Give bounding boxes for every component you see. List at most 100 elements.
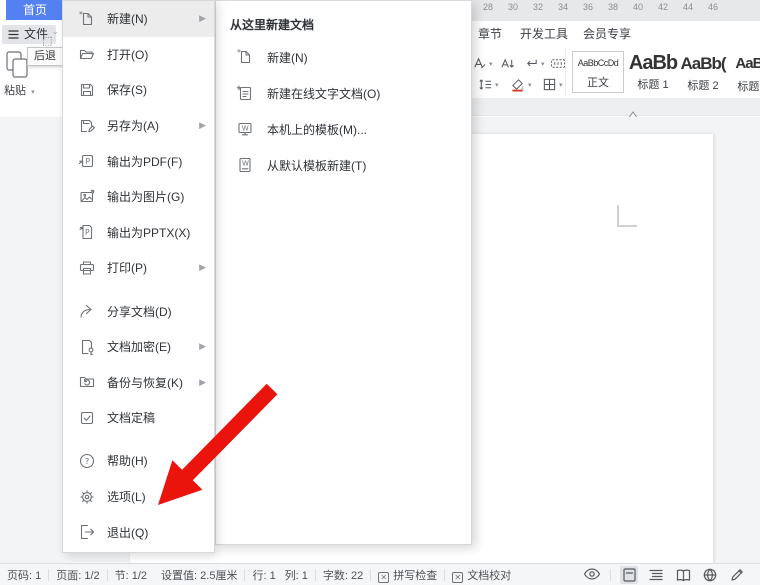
status-section: 节: 1/2 [108, 567, 154, 583]
menu-item-exit[interactable]: 退出(Q) [63, 514, 214, 550]
wrap-mark-icon[interactable]: ▾ [524, 56, 545, 71]
svg-text:*: * [79, 10, 83, 19]
ruler-number: 32 [531, 2, 545, 12]
submenu-item-default-template[interactable]: W 从默认模板新建(T) [216, 147, 471, 183]
submenu-arrow-icon: ▶ [199, 341, 206, 352]
ruler-number: 46 [706, 2, 720, 12]
status-bar: 页码: 1 页面: 1/2 节: 1/2 设置值: 2.5厘米 行: 1 列: … [0, 563, 760, 585]
encrypt-icon [78, 338, 96, 356]
submenu-arrow-icon: ▶ [199, 120, 206, 131]
shading-icon[interactable]: ▾ [510, 77, 532, 92]
ruler-number: 34 [556, 2, 570, 12]
status-proofread[interactable]: ✕文档校对 [445, 567, 518, 583]
new-doc-icon: * [236, 48, 254, 66]
ink-pencil-icon[interactable] [728, 566, 746, 584]
status-spell-check[interactable]: ✕拼写检查 [371, 567, 444, 583]
ruler-number: 40 [631, 2, 645, 12]
margin-corner-mark [617, 205, 637, 227]
export-image-icon [78, 188, 96, 206]
status-page[interactable]: 页面: 1/2 [49, 567, 106, 583]
style-heading1[interactable]: AaBb 标题 1 [628, 51, 678, 93]
eye-protection-icon[interactable] [583, 567, 601, 584]
ruler-number: 36 [581, 2, 595, 12]
finalize-check-icon [78, 409, 96, 427]
submenu-arrow-icon: ▶ [199, 262, 206, 273]
status-line: 行: 1 [245, 567, 282, 583]
tab-member[interactable]: 会员专享 [583, 21, 631, 48]
red-arrow-annotation [138, 383, 288, 518]
tab-home[interactable]: 首页 [6, 0, 64, 20]
submenu-arrow-icon: ▶ [199, 13, 206, 24]
style-heading2[interactable]: AaBb( 标题 2 [678, 51, 728, 93]
ruler-number: 44 [681, 2, 695, 12]
text-tool-icon[interactable]: ▾ [472, 56, 493, 71]
menu-item-export-image[interactable]: 输出为图片(G) [63, 179, 214, 215]
book-view-icon[interactable] [674, 566, 692, 584]
line-spacing-icon[interactable]: ▾ [478, 77, 499, 92]
save-icon [78, 81, 96, 99]
ruler-number: 30 [506, 2, 520, 12]
submenu-item-label: 新建(N) [267, 49, 308, 66]
page-view-icon[interactable] [620, 566, 638, 584]
format-painter-partial[interactable]: ⬚ [42, 34, 52, 47]
status-page-number: 页码: 1 [0, 567, 48, 583]
menu-item-encrypt[interactable]: 文档加密(E) ▶ [63, 329, 214, 365]
submenu-item-local-template[interactable]: W 本机上的模板(M)... [216, 111, 471, 147]
chevron-down-icon[interactable]: ⌄ [52, 27, 59, 36]
submenu-item-online-doc[interactable]: 新建在线文字文档(O) [216, 75, 471, 111]
menu-item-label: 退出(Q) [107, 524, 206, 541]
borders-icon[interactable]: ▾ [542, 77, 563, 92]
proofread-icon: ✕ [452, 572, 463, 583]
gear-icon [78, 488, 96, 506]
menu-item-share[interactable]: 分享文档(D) [63, 293, 214, 329]
menu-item-export-pdf[interactable]: P 输出为PDF(F) [63, 143, 214, 179]
sort-icon[interactable] [500, 56, 515, 71]
tab-dev-tools[interactable]: 开发工具 [520, 21, 568, 48]
menu-item-save-as[interactable]: 另存为(A) ▶ [63, 108, 214, 144]
menu-group-divider [63, 286, 214, 294]
paragraph-marks-icon[interactable] [550, 56, 566, 71]
menu-item-label: 文档加密(E) [107, 338, 199, 355]
outline-view-icon[interactable] [647, 566, 665, 584]
tab-section[interactable]: 章节 [478, 21, 502, 48]
style-normal[interactable]: AaBbCcDd 正文 [572, 51, 624, 93]
backup-restore-icon [78, 373, 96, 391]
svg-text:W: W [242, 160, 249, 168]
styles-gallery: AaBbCcDd 正文 AaBb 标题 1 AaBb( 标题 2 AaBb 标题… [565, 48, 760, 96]
submenu-item-new[interactable]: * 新建(N) [216, 39, 471, 75]
wps-writer-window: 章节 开发工具 会员专享 查找命令、搜索模板 ▾ ▾ ▾ ▾ ▾ [0, 0, 760, 585]
menu-item-label: 输出为PDF(F) [107, 153, 206, 170]
web-view-icon[interactable] [701, 566, 719, 584]
hamburger-icon [8, 30, 19, 39]
style-sample: AaBb [628, 51, 678, 75]
menu-item-new[interactable]: * 新建(N) ▶ [63, 1, 214, 37]
menu-item-label: 打印(P) [107, 259, 199, 276]
ruler-number: 28 [481, 2, 495, 12]
submenu-item-label: 本机上的模板(M)... [267, 121, 367, 138]
export-pptx-icon: P [78, 223, 96, 241]
menu-item-label: 输出为图片(G) [107, 188, 206, 205]
style-sample: AaBb [728, 51, 760, 77]
submenu-item-label: 新建在线文字文档(O) [267, 85, 380, 102]
menu-item-print[interactable]: 打印(P) ▶ [63, 250, 214, 286]
svg-text:?: ? [85, 457, 89, 466]
menu-item-open[interactable]: 打开(O) [63, 37, 214, 73]
menu-item-export-pptx[interactable]: P 输出为PPTX(X) [63, 215, 214, 251]
style-name: 标题 1 [628, 76, 678, 92]
svg-text:P: P [86, 157, 91, 166]
style-heading3[interactable]: AaBb 标题 3 [728, 51, 760, 93]
share-icon [78, 302, 96, 320]
status-word-count[interactable]: 字数: 22 [316, 567, 370, 583]
ruler-number: 38 [606, 2, 620, 12]
export-pdf-icon: P [78, 152, 96, 170]
save-as-icon [78, 117, 96, 135]
style-name: 正文 [573, 74, 623, 90]
default-template-icon: W [236, 156, 254, 174]
menu-item-label: 保存(S) [107, 81, 206, 98]
menu-item-label: 分享文档(D) [107, 303, 206, 320]
ruler-number: 42 [656, 2, 670, 12]
menu-item-label: 打开(O) [107, 46, 206, 63]
status-margin-setting[interactable]: 设置值: 2.5厘米 [154, 567, 244, 583]
menu-item-save[interactable]: 保存(S) [63, 72, 214, 108]
svg-text:W: W [242, 125, 249, 133]
